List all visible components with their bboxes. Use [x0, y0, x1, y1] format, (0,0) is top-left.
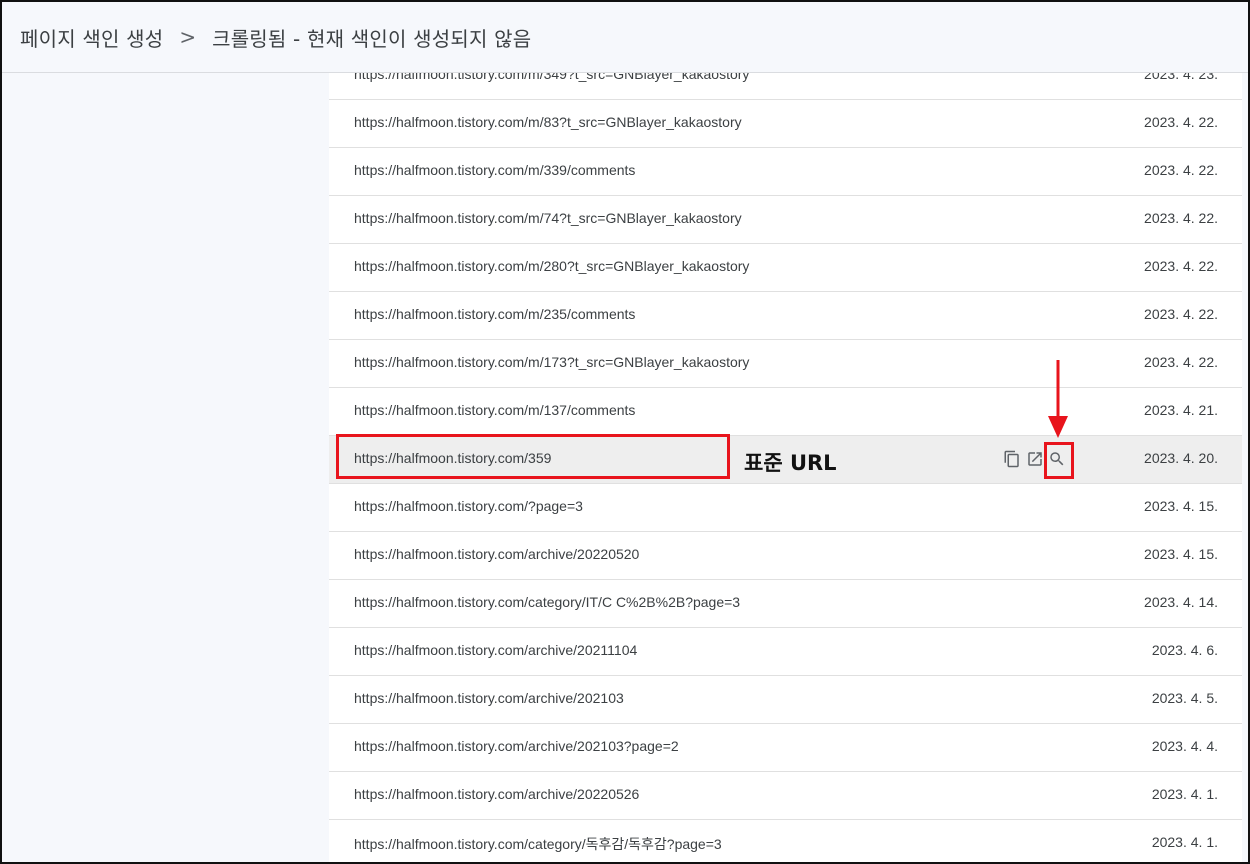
row-url: https://halfmoon.tistory.com/m/83?t_src=…	[354, 114, 742, 130]
row-last-crawled: 2023. 4. 22.	[1144, 354, 1218, 370]
row-url: https://halfmoon.tistory.com/archive/202…	[354, 690, 624, 706]
row-url: https://halfmoon.tistory.com/m/280?t_src…	[354, 258, 750, 274]
breadcrumb-crawled-not-indexed: 크롤링됨 - 현재 색인이 생성되지 않음	[212, 26, 532, 51]
row-url: https://halfmoon.tistory.com/archive/202…	[354, 738, 679, 754]
canonical-url-annotation: 표준 URL	[744, 451, 837, 475]
row-url: https://halfmoon.tistory.com/archive/202…	[354, 546, 640, 562]
row-url: https://halfmoon.tistory.com/category/IT…	[354, 594, 741, 610]
row-url: https://halfmoon.tistory.com/m/235/comme…	[354, 306, 636, 322]
row-last-crawled: 2023. 4. 22.	[1144, 210, 1218, 226]
row-last-crawled: 2023. 4. 22.	[1144, 306, 1218, 322]
open-in-new-icon[interactable]	[1024, 448, 1046, 470]
table-row[interactable]: https://halfmoon.tistory.com/m/173?t_src…	[329, 340, 1242, 388]
table-row[interactable]: https://halfmoon.tistory.com/?page=3 202…	[329, 484, 1242, 532]
screenshot-frame: 페이지 색인 생성 > 크롤링됨 - 현재 색인이 생성되지 않음 https:…	[0, 0, 1250, 864]
row-last-crawled: 2023. 4. 22.	[1144, 162, 1218, 178]
table-row[interactable]: https://halfmoon.tistory.com/archive/202…	[329, 676, 1242, 724]
row-last-crawled: 2023. 4. 22.	[1144, 258, 1218, 274]
table-row[interactable]: https://halfmoon.tistory.com/category/독후…	[329, 820, 1242, 862]
row-url: https://halfmoon.tistory.com/m/339/comme…	[354, 162, 636, 178]
row-url: https://halfmoon.tistory.com/m/74?t_src=…	[354, 210, 742, 226]
row-url: https://halfmoon.tistory.com/archive/202…	[354, 642, 638, 658]
table-row[interactable]: https://halfmoon.tistory.com/archive/202…	[329, 724, 1242, 772]
row-last-crawled: 2023. 4. 5.	[1151, 690, 1218, 706]
row-url: https://halfmoon.tistory.com/m/137/comme…	[354, 402, 636, 418]
search-icon-highlight-box	[1044, 442, 1074, 479]
breadcrumb: 페이지 색인 생성 > 크롤링됨 - 현재 색인이 생성되지 않음	[2, 2, 1248, 73]
row-last-crawled: 2023. 4. 1.	[1151, 834, 1218, 850]
row-last-crawled: 2023. 4. 1.	[1151, 786, 1218, 802]
table-row[interactable]: https://halfmoon.tistory.com/archive/202…	[329, 628, 1242, 676]
table-row[interactable]: https://halfmoon.tistory.com/m/137/comme…	[329, 388, 1242, 436]
annotation-arrow-icon	[1048, 360, 1068, 438]
left-panel	[2, 73, 329, 862]
breadcrumb-separator: >	[179, 25, 197, 49]
table-row[interactable]: https://halfmoon.tistory.com/archive/202…	[329, 772, 1242, 820]
row-last-crawled: 2023. 4. 21.	[1144, 402, 1218, 418]
row-last-crawled: 2023. 4. 14.	[1144, 594, 1218, 610]
row-last-crawled: 2023. 4. 15.	[1144, 546, 1218, 562]
table-row[interactable]: https://halfmoon.tistory.com/category/IT…	[329, 580, 1242, 628]
row-url: https://halfmoon.tistory.com/archive/202…	[354, 786, 640, 802]
table-row[interactable]: https://halfmoon.tistory.com/m/339/comme…	[329, 148, 1242, 196]
table-row[interactable]: https://halfmoon.tistory.com/m/83?t_src=…	[329, 100, 1242, 148]
breadcrumb-page-indexing[interactable]: 페이지 색인 생성	[20, 23, 163, 52]
row-url: https://halfmoon.tistory.com/m/173?t_src…	[354, 354, 750, 370]
row-last-crawled: 2023. 4. 15.	[1144, 498, 1218, 514]
copy-icon[interactable]	[1001, 448, 1023, 470]
table-row[interactable]: https://halfmoon.tistory.com/archive/202…	[329, 532, 1242, 580]
table-row[interactable]: https://halfmoon.tistory.com/m/280?t_src…	[329, 244, 1242, 292]
row-last-crawled: 2023. 4. 4.	[1151, 738, 1218, 754]
table-row[interactable]: https://halfmoon.tistory.com/m/235/comme…	[329, 292, 1242, 340]
table-row[interactable]: https://halfmoon.tistory.com/m/74?t_src=…	[329, 196, 1242, 244]
row-last-crawled: 2023. 4. 6.	[1151, 642, 1218, 658]
row-last-crawled: 2023. 4. 20.	[1144, 450, 1218, 466]
canonical-url-highlight-box	[336, 434, 730, 479]
row-url: https://halfmoon.tistory.com/?page=3	[354, 498, 583, 514]
row-last-crawled: 2023. 4. 22.	[1144, 114, 1218, 130]
row-url: https://halfmoon.tistory.com/category/독후…	[354, 836, 722, 852]
